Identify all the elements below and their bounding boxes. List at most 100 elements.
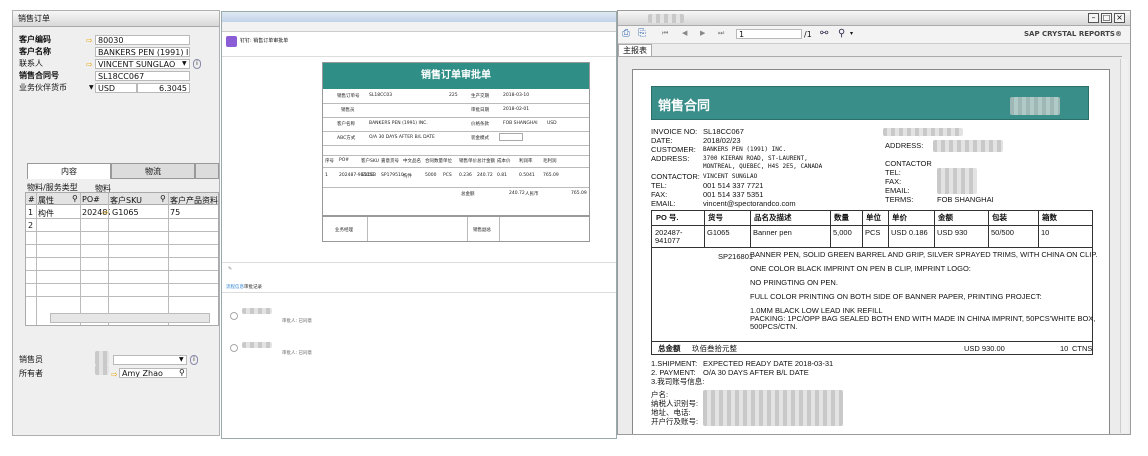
search-icon[interactable]: ⚲ — [72, 194, 78, 203]
log-entry: 审批人: 已同意 — [282, 319, 312, 324]
tab-main-report[interactable]: 主报表 — [618, 44, 652, 57]
tel-label: TEL: — [651, 181, 667, 190]
sales-person-field[interactable] — [113, 355, 187, 365]
last-page-icon[interactable]: ⏭ — [718, 29, 724, 38]
table-header-cell: 单价 — [892, 213, 907, 222]
sales-person-label: 销售员 — [19, 355, 43, 364]
currency-label: 业务伙伴货币 — [19, 83, 67, 92]
close-button[interactable]: × — [1114, 13, 1125, 23]
sp-code: SP216801 — [718, 252, 754, 261]
first-page-icon[interactable]: ⏮ — [662, 29, 668, 38]
address-bar[interactable] — [222, 22, 616, 32]
search-icon[interactable]: ⚲ — [179, 368, 185, 377]
fax-label: FAX: — [651, 190, 668, 199]
binoculars-icon[interactable]: ⚯ — [820, 28, 828, 39]
dropdown-arrow-icon[interactable]: ▼ — [182, 60, 187, 67]
row-label: 装金模式 — [471, 136, 489, 141]
item-header-cell: PO# — [339, 158, 350, 163]
customer-code-field[interactable]: 80030 — [95, 35, 190, 45]
item-header-cell: 总计金额 — [477, 159, 495, 164]
row-value: FOB SHANGHAI — [503, 121, 538, 126]
item-header-cell: 合同数量 — [425, 159, 443, 164]
chevron-down-icon[interactable]: ▾ — [850, 30, 853, 37]
item-cell: G1163 — [361, 173, 376, 178]
tab-more[interactable] — [195, 163, 219, 179]
grid-col-attr[interactable]: 属性 — [38, 195, 54, 206]
item-cell: SP179510 — [381, 173, 404, 178]
row-value: 225 — [449, 93, 458, 98]
email-label: EMAIL: — [651, 199, 676, 208]
link-arrow-icon[interactable]: ⇨ — [86, 61, 95, 69]
contract-no-field[interactable]: SL18CC067 — [95, 71, 190, 81]
tab-process-info[interactable]: 流程信息 — [226, 284, 244, 290]
link-arrow-icon[interactable]: ⇨ — [102, 209, 111, 217]
app-name: 钉钉: 销售订单审批单 — [240, 38, 289, 44]
search-icon[interactable]: ⚲ — [160, 194, 166, 203]
grid-col-sku[interactable]: 客户SKU — [110, 195, 142, 206]
report-viewer-window: – □ × ⎙ ⎘ ⏮ ◀ ▶ ⏭ 1 /1 ⚯ ⚲ ▾ SAP CRYSTAL… — [617, 10, 1131, 435]
zoom-icon[interactable]: ⚲ — [838, 28, 845, 39]
grid-col-num[interactable]: # — [28, 195, 35, 204]
blurred-name — [242, 342, 272, 348]
blurred-company — [883, 128, 963, 136]
table-cell: Banner pen — [753, 228, 792, 237]
contactor-label: CONTACTOR: — [651, 172, 700, 181]
brand-label: SAP CRYSTAL REPORTS® — [1024, 30, 1122, 38]
edit-icon[interactable]: ✎ — [228, 266, 232, 272]
exchange-rate-field[interactable]: 6.3045 — [137, 83, 190, 93]
tab-approval-log[interactable]: 审批记录 — [244, 284, 262, 290]
tab-content[interactable]: 内容 — [27, 163, 111, 179]
blurred-title — [648, 14, 684, 23]
account-name-label: 户名: — [651, 390, 669, 399]
customer-name-field[interactable]: BANKERS PEN (1991) INC. — [95, 47, 190, 57]
blurred-avatar — [95, 351, 109, 365]
customer: BANKERS PEN (1991) INC. — [703, 146, 787, 153]
table-cell: G1065 — [707, 228, 730, 237]
grid-col-ref[interactable]: 客户产品资料号 — [170, 195, 218, 206]
vertical-scrollbar[interactable] — [1120, 59, 1128, 433]
maximize-button[interactable]: □ — [1101, 13, 1112, 23]
horizontal-scrollbar[interactable] — [50, 313, 210, 323]
log-entry: 审批人: 已同意 — [282, 351, 312, 356]
dropdown-arrow-icon[interactable]: ▼ — [179, 356, 184, 363]
app-logo-icon — [226, 36, 237, 47]
email-label: EMAIL: — [885, 186, 910, 195]
info-icon[interactable]: i — [190, 355, 198, 365]
item-cell: 5000 — [425, 173, 437, 178]
contact-field[interactable]: VINCENT SUNGLAO — [95, 59, 190, 69]
item-cell: 1 — [325, 173, 328, 178]
dropdown-arrow-icon[interactable]: ▼ — [89, 84, 94, 91]
grid-col-po[interactable]: PO# — [82, 195, 100, 204]
tab-logistics[interactable]: 物流 — [111, 163, 195, 179]
row-value: SL18CC03 — [369, 93, 393, 98]
owner-field[interactable]: Amy Zhao — [119, 368, 187, 378]
table-cell: 202487-941077 — [655, 228, 683, 245]
items-table: PO 号. 202487-941077 货号 G1065 品名及描述 Banner pen… — [651, 210, 1097, 355]
table-header-cell: 数量 — [834, 213, 849, 222]
report-toolbar: ⎙ ⎘ ⏮ ◀ ▶ ⏭ 1 /1 ⚯ ⚲ ▾ SAP CRYSTAL REPOR… — [618, 26, 1130, 44]
sign-label: 销售副总 — [473, 228, 491, 233]
page-number-input[interactable]: 1 — [736, 29, 802, 39]
print-icon[interactable]: ⎘ — [638, 28, 646, 39]
currency-field[interactable]: USD — [95, 83, 137, 93]
row-label: 生产交期 — [471, 94, 489, 99]
row-label: 价格条款 — [471, 122, 489, 127]
item-cell: 765.09 — [543, 173, 559, 178]
total-amount: USD 930.00 — [964, 344, 1005, 353]
email: vincent@spectorandco.com — [703, 199, 796, 208]
export-icon[interactable]: ⎙ — [622, 28, 630, 39]
link-arrow-icon[interactable]: ⇨ — [86, 37, 95, 45]
grid-cell-ref[interactable]: 75 — [170, 208, 180, 217]
info-icon[interactable]: i — [193, 59, 201, 69]
prev-page-icon[interactable]: ◀ — [682, 29, 687, 37]
minimize-button[interactable]: – — [1088, 13, 1099, 23]
status-select[interactable] — [499, 133, 523, 141]
table-header-cell: 单位 — [866, 213, 881, 222]
table-header-cell: 金额 — [938, 213, 953, 222]
tel-label: TEL: — [885, 168, 901, 177]
grid-cell-sku[interactable]: G1065 — [112, 208, 139, 217]
item-cell: 0.236 — [459, 173, 472, 178]
sales-order-window: 销售订单 客户编码 ⇨ 80030 客户名称 BANKERS PEN (1991… — [12, 10, 220, 436]
next-page-icon[interactable]: ▶ — [700, 29, 705, 37]
item-cell: 0.5041 — [519, 173, 535, 178]
